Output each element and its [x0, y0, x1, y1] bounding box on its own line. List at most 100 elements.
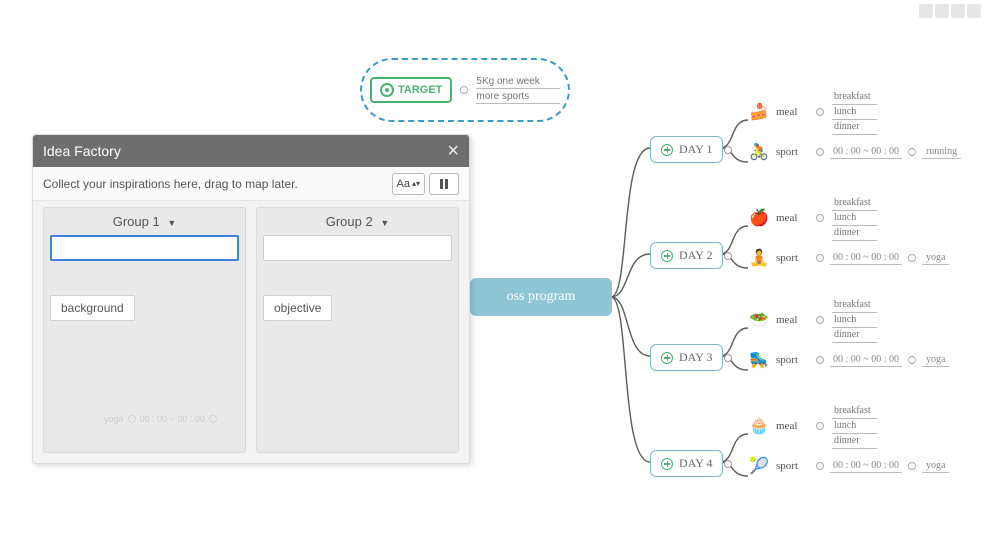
panel-toolbar: Collect your inspirations here, drag to … [33, 167, 469, 201]
day-detail-1: 🍰 meal breakfast lunch dinner 🚴 sport 00… [748, 98, 987, 166]
sport-row[interactable]: 🎾 sport 00 : 00 ~ 00 : 00 yoga [748, 452, 987, 480]
ghost-label: yoga [104, 414, 124, 424]
font-label: Aa [397, 178, 410, 190]
meal-label: meal [776, 106, 810, 118]
time-range[interactable]: 00 : 00 ~ 00 : 00 [830, 252, 902, 265]
meal-icon: 🧁 [748, 415, 770, 437]
meal-item[interactable]: breakfast [832, 404, 877, 419]
meal-row[interactable]: 🍰 meal breakfast lunch dinner [748, 98, 987, 126]
meal-item[interactable]: dinner [832, 434, 877, 449]
day-detail-3: 🥗 meal breakfast lunch dinner 🛼 sport 00… [748, 306, 987, 374]
sport-row[interactable]: 🚴 sport 00 : 00 ~ 00 : 00 running [748, 138, 987, 166]
panel-title: Idea Factory [43, 143, 121, 159]
node-port [724, 146, 732, 154]
panel-header[interactable]: Idea Factory × [33, 135, 469, 167]
target-cloud[interactable]: TARGET 5Kg one week more sports [360, 58, 570, 122]
meal-item[interactable]: dinner [832, 226, 877, 241]
meal-label: meal [776, 212, 810, 224]
port-icon [816, 148, 824, 156]
group-name: Group 2 [326, 214, 373, 229]
target-badge[interactable]: TARGET [370, 77, 452, 103]
day-detail-2: 🍎 meal breakfast lunch dinner 🧘 sport 00… [748, 204, 987, 272]
columns-icon [440, 179, 448, 189]
node-port [724, 460, 732, 468]
view-btn-1[interactable] [919, 4, 933, 18]
target-icon [380, 83, 394, 97]
group-name: Group 1 [113, 214, 160, 229]
stepper-icon: ▴▾ [412, 179, 420, 188]
idea-chip[interactable]: objective [263, 295, 332, 321]
port-icon [908, 356, 916, 364]
target-line-1[interactable]: 5Kg one week [476, 76, 560, 89]
meal-item[interactable]: dinner [832, 120, 877, 135]
day-node-1[interactable]: DAY 1 [650, 136, 723, 163]
meal-list: breakfast lunch dinner [832, 404, 877, 449]
group-input-2[interactable] [263, 235, 452, 261]
meal-item[interactable]: dinner [832, 328, 877, 343]
port-icon [209, 415, 217, 423]
expand-icon[interactable] [661, 250, 673, 262]
sport-name[interactable]: yoga [922, 354, 949, 367]
ghost-time: 00 : 00 ~ 00 : 00 [140, 414, 205, 424]
sport-icon: 🚴 [748, 141, 770, 163]
group-input-1[interactable] [50, 235, 239, 261]
meal-item[interactable]: lunch [832, 105, 877, 120]
time-range[interactable]: 00 : 00 ~ 00 : 00 [830, 146, 902, 159]
meal-row[interactable]: 🍎 meal breakfast lunch dinner [748, 204, 987, 232]
meal-list: breakfast lunch dinner [832, 90, 877, 135]
close-icon[interactable]: × [447, 141, 459, 161]
meal-icon: 🥗 [748, 309, 770, 331]
day-label: DAY 2 [679, 248, 712, 263]
meal-item[interactable]: breakfast [832, 298, 877, 313]
port-icon [908, 148, 916, 156]
meal-item[interactable]: breakfast [832, 196, 877, 211]
idea-chip[interactable]: background [50, 295, 135, 321]
day-label: DAY 3 [679, 350, 712, 365]
sport-icon: 🎾 [748, 455, 770, 477]
columns-button[interactable] [429, 173, 459, 195]
day-node-3[interactable]: DAY 3 [650, 344, 723, 371]
sport-name[interactable]: yoga [922, 252, 949, 265]
chevron-down-icon: ▼ [380, 218, 389, 228]
meal-item[interactable]: lunch [832, 211, 877, 226]
view-btn-2[interactable] [935, 4, 949, 18]
meal-row[interactable]: 🥗 meal breakfast lunch dinner [748, 306, 987, 334]
group-column-2: Group 2 ▼ objective [256, 207, 459, 453]
port-icon [908, 254, 916, 262]
time-range[interactable]: 00 : 00 ~ 00 : 00 [830, 460, 902, 473]
expand-icon[interactable] [661, 458, 673, 470]
sport-label: sport [776, 252, 810, 264]
meal-row[interactable]: 🧁 meal breakfast lunch dinner [748, 412, 987, 440]
central-topic[interactable]: oss program [470, 278, 612, 316]
group-title[interactable]: Group 2 ▼ [263, 214, 452, 229]
target-line-2[interactable]: more sports [476, 91, 560, 104]
meal-item[interactable]: breakfast [832, 90, 877, 105]
sport-name[interactable]: yoga [922, 460, 949, 473]
sport-name[interactable]: running [922, 146, 961, 159]
meal-item[interactable]: lunch [832, 419, 877, 434]
port-icon [908, 462, 916, 470]
view-btn-4[interactable] [967, 4, 981, 18]
port-icon [816, 108, 824, 116]
group-title[interactable]: Group 1 ▼ [50, 214, 239, 229]
day-node-2[interactable]: DAY 2 [650, 242, 723, 269]
time-range[interactable]: 00 : 00 ~ 00 : 00 [830, 354, 902, 367]
central-topic-label: oss program [507, 289, 576, 305]
view-btn-3[interactable] [951, 4, 965, 18]
day-label: DAY 1 [679, 142, 712, 157]
meal-label: meal [776, 420, 810, 432]
meal-label: meal [776, 314, 810, 326]
sport-row[interactable]: 🧘 sport 00 : 00 ~ 00 : 00 yoga [748, 244, 987, 272]
day-detail-4: 🧁 meal breakfast lunch dinner 🎾 sport 00… [748, 412, 987, 480]
port-icon [816, 214, 824, 222]
day-node-4[interactable]: DAY 4 [650, 450, 723, 477]
target-badge-label: TARGET [398, 84, 442, 96]
meal-item[interactable]: lunch [832, 313, 877, 328]
expand-icon[interactable] [661, 352, 673, 364]
meal-icon: 🍰 [748, 101, 770, 123]
expand-icon[interactable] [661, 144, 673, 156]
font-size-button[interactable]: Aa ▴▾ [392, 173, 426, 195]
mindmap-canvas[interactable]: TARGET 5Kg one week more sports oss prog… [0, 0, 987, 535]
sport-row[interactable]: 🛼 sport 00 : 00 ~ 00 : 00 yoga [748, 346, 987, 374]
target-lines: 5Kg one week more sports [476, 76, 560, 104]
